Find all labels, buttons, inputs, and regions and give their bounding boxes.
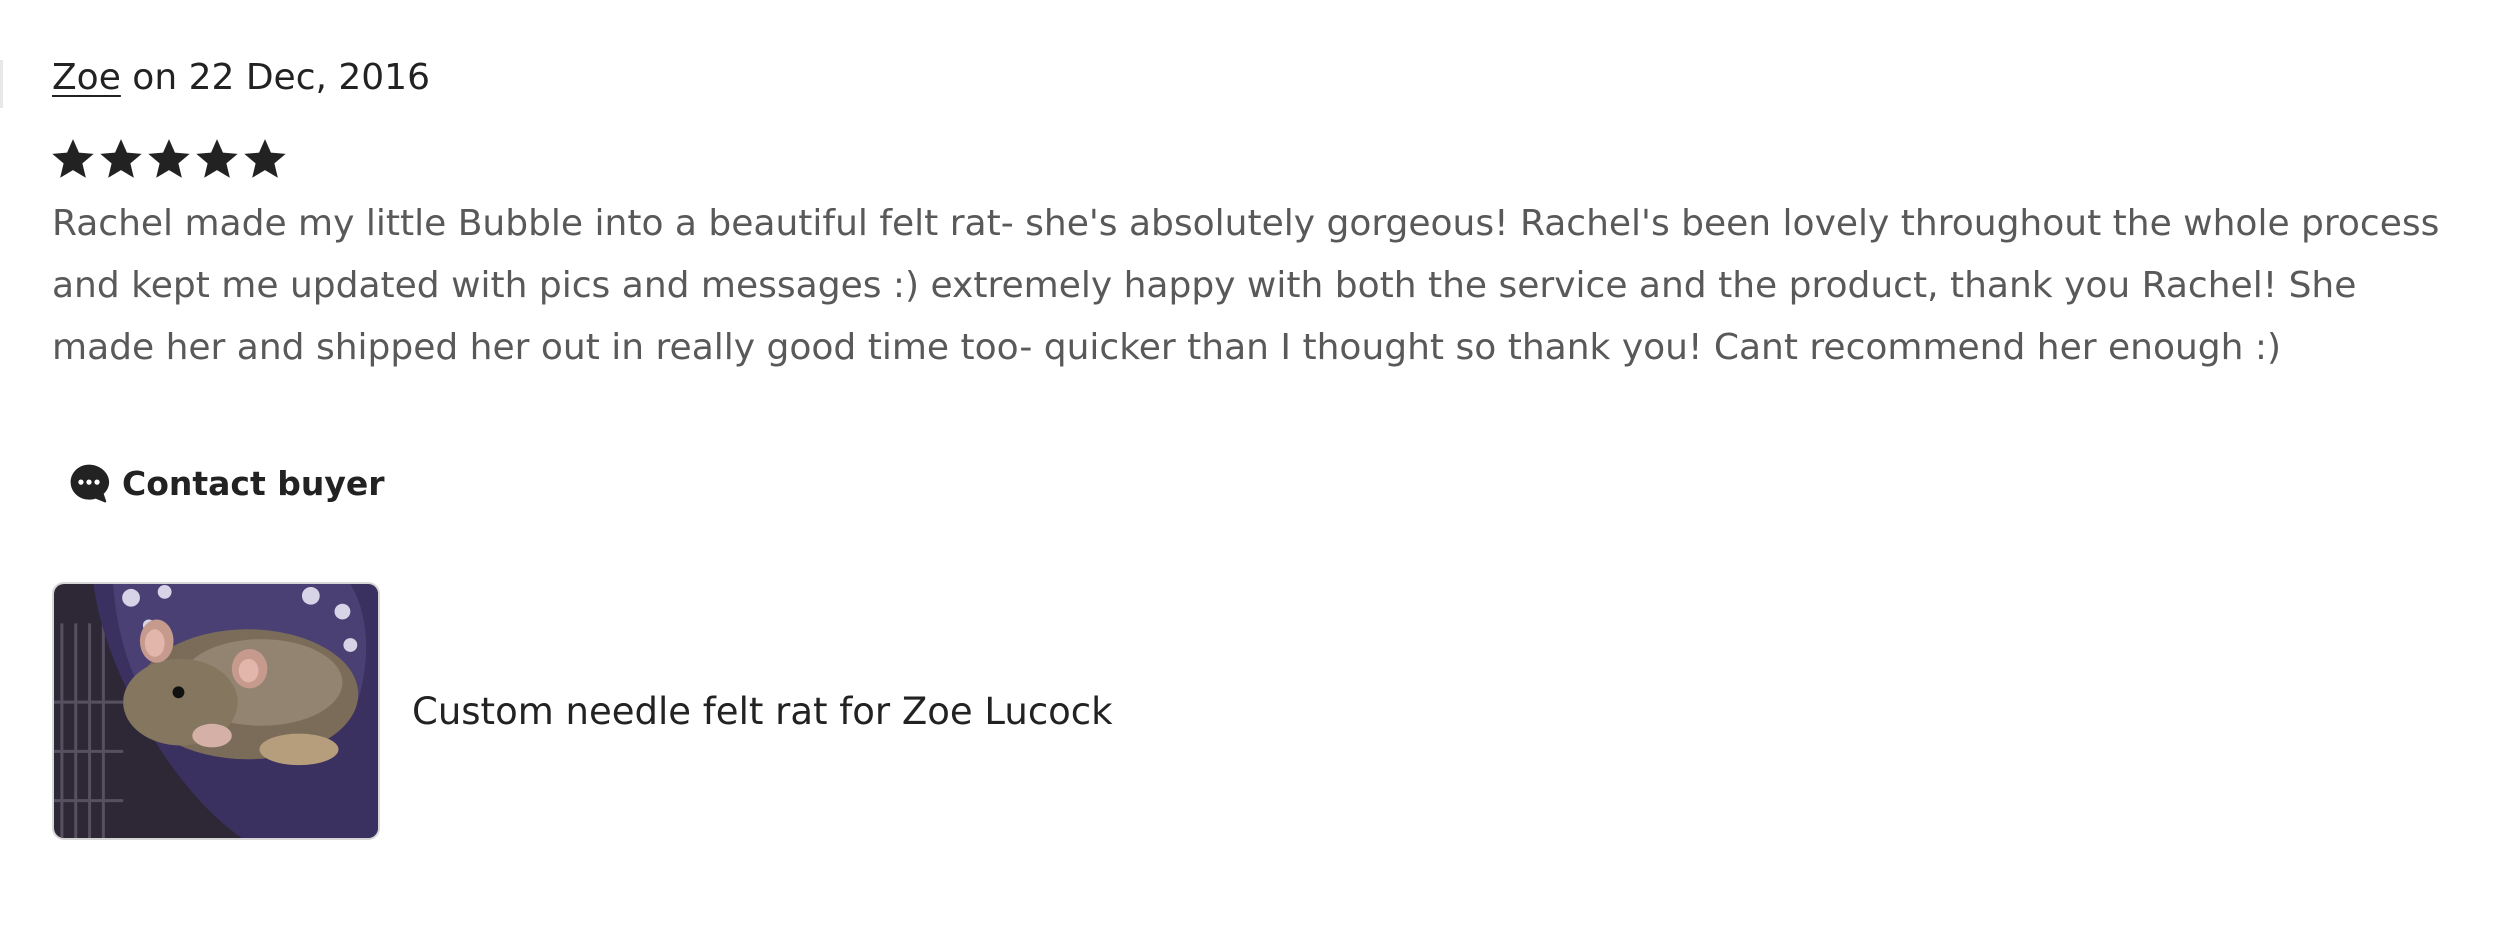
review-text: Rachel made my little Bubble into a beau… (52, 203, 2440, 368)
review-date: on 22 Dec, 2016 (120, 57, 430, 98)
purchased-listing[interactable]: Custom needle felt rat for Zoe Lucock (52, 582, 1113, 840)
review-header: Zoe on 22 Dec, 2016 (52, 54, 430, 102)
listing-thumbnail[interactable] (52, 582, 380, 840)
chat-bubble-icon (68, 462, 110, 504)
reviewer-name-link[interactable]: Zoe (52, 57, 121, 98)
star-icon (146, 136, 192, 182)
rat-photo-thumbnail (54, 584, 378, 838)
listing-title[interactable]: Custom needle felt rat for Zoe Lucock (412, 690, 1113, 733)
contact-buyer-label: Contact buyer (122, 463, 385, 503)
star-icon (194, 136, 240, 182)
star-rating (50, 136, 288, 182)
star-icon (242, 136, 288, 182)
star-icon (98, 136, 144, 182)
star-icon (50, 136, 96, 182)
left-edge-divider (0, 60, 3, 108)
contact-buyer-button[interactable]: Contact buyer (68, 462, 385, 504)
